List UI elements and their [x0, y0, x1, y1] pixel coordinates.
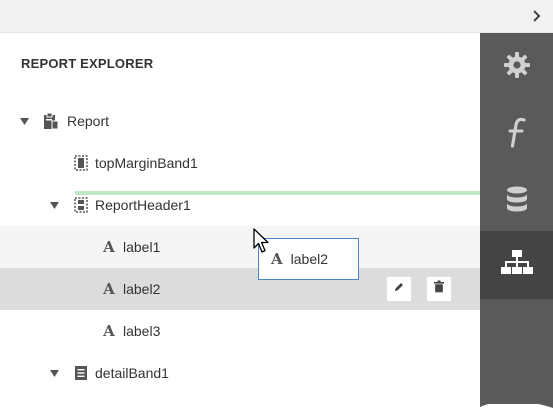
tab-expressions[interactable]	[480, 101, 553, 169]
label-icon: A	[103, 322, 115, 340]
tree-item-label: Report	[67, 113, 110, 129]
top-bar	[0, 0, 553, 33]
gear-icon	[503, 51, 531, 84]
edit-button[interactable]	[386, 276, 412, 302]
right-sidebar	[480, 33, 553, 412]
tree-item-label: ReportHeader1	[95, 197, 191, 213]
tree-item-label1[interactable]: A label1	[0, 226, 480, 268]
hierarchy-icon	[500, 248, 534, 283]
detail-band-icon	[73, 364, 89, 382]
report-explorer-panel: REPORT EXPLORER Report topMarginBand1 Re…	[0, 33, 480, 412]
margin-band-icon	[73, 154, 89, 172]
function-icon	[505, 117, 529, 154]
chevron-right-icon[interactable]	[529, 8, 545, 24]
tree-item-label: detailBand1	[95, 365, 169, 381]
panel-title: REPORT EXPLORER	[21, 56, 154, 71]
tree-item-label3[interactable]: A label3	[0, 310, 480, 352]
tab-field-list[interactable]	[480, 169, 553, 237]
report-header-icon	[73, 196, 89, 214]
report-icon	[43, 112, 59, 130]
label-icon: A	[103, 280, 115, 298]
torn-edge	[0, 404, 553, 412]
database-icon	[505, 185, 529, 222]
tree-item-label: label3	[123, 323, 161, 339]
caret-down-icon[interactable]	[19, 116, 29, 126]
tab-report-explorer[interactable]	[480, 231, 553, 299]
trash-icon	[433, 280, 445, 298]
tree-item-label: topMarginBand1	[95, 155, 198, 171]
tree-item-label: label1	[123, 239, 161, 255]
caret-down-icon[interactable]	[49, 200, 59, 210]
delete-button[interactable]	[426, 276, 452, 302]
tree-item-label: label2	[123, 281, 161, 297]
label-icon: A	[271, 250, 283, 268]
tree-item-report[interactable]: Report	[0, 100, 480, 142]
mouse-cursor-icon	[253, 228, 271, 256]
tree-item-detail-band[interactable]: detailBand1	[0, 352, 480, 394]
drag-preview-label: label2	[290, 251, 329, 267]
tab-properties[interactable]	[480, 33, 553, 101]
label-icon: A	[103, 238, 115, 256]
drag-preview: A label2	[258, 238, 359, 280]
tree-item-label2[interactable]: A label2	[0, 268, 480, 310]
pencil-icon	[393, 280, 405, 298]
caret-down-icon[interactable]	[49, 368, 59, 378]
drop-indicator	[75, 191, 480, 195]
tree-item-top-margin-band[interactable]: topMarginBand1	[0, 142, 480, 184]
